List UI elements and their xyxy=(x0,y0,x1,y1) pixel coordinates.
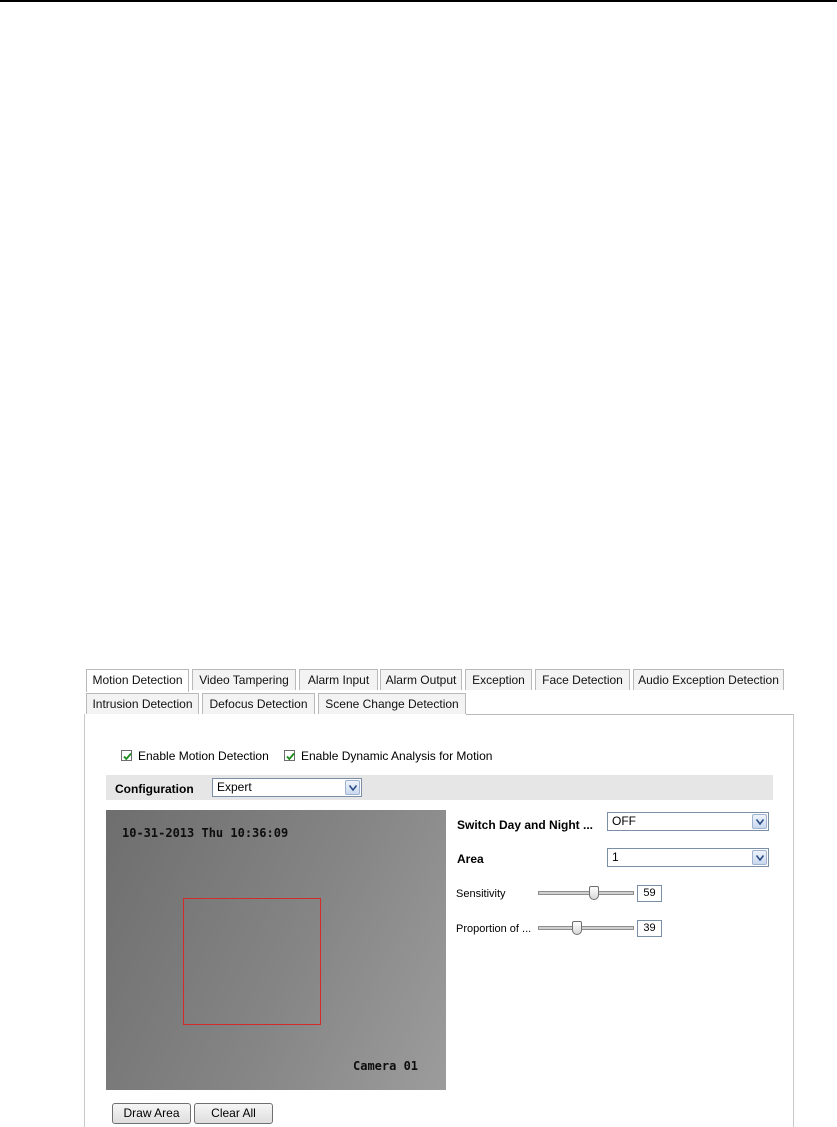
video-timestamp: 10-31-2013 Thu 10:36:09 xyxy=(122,826,289,840)
enable-motion-detection-label: Enable Motion Detection xyxy=(138,749,269,763)
chevron-down-icon xyxy=(345,780,360,795)
motion-detection-area[interactable] xyxy=(183,898,321,1025)
sensitivity-slider[interactable] xyxy=(538,886,634,900)
proportion-slider[interactable] xyxy=(538,921,634,935)
configuration-select-value: Expert xyxy=(217,780,252,794)
clear-all-button[interactable]: Clear All xyxy=(194,1103,273,1124)
enable-dynamic-analysis-label: Enable Dynamic Analysis for Motion xyxy=(301,749,493,763)
switch-day-night-value: OFF xyxy=(612,814,636,828)
configuration-label: Configuration xyxy=(115,782,194,796)
tab-scene-change-detection[interactable]: Scene Change Detection xyxy=(318,693,466,714)
configuration-bar: Configuration xyxy=(106,775,773,800)
proportion-label: Proportion of ... xyxy=(456,923,532,935)
tab-motion-detection[interactable]: Motion Detection xyxy=(86,669,189,692)
tab-face-detection[interactable]: Face Detection xyxy=(535,669,630,690)
sensitivity-slider-thumb[interactable] xyxy=(589,886,599,900)
enable-dynamic-analysis-checkbox[interactable] xyxy=(284,750,295,761)
switch-day-night-label: Switch Day and Night ... xyxy=(457,818,594,832)
proportion-slider-thumb[interactable] xyxy=(572,921,582,935)
tab-exception[interactable]: Exception xyxy=(465,669,532,690)
tab-intrusion-detection[interactable]: Intrusion Detection xyxy=(86,693,199,714)
tab-alarm-input[interactable]: Alarm Input xyxy=(299,669,378,690)
tab-video-tampering[interactable]: Video Tampering xyxy=(192,669,296,690)
tab-defocus-detection[interactable]: Defocus Detection xyxy=(202,693,315,714)
proportion-value[interactable]: 39 xyxy=(637,920,662,937)
video-preview[interactable]: 10-31-2013 Thu 10:36:09 Camera 01 xyxy=(106,810,446,1090)
top-rule xyxy=(0,0,837,2)
configuration-select[interactable]: Expert xyxy=(212,778,362,797)
enable-motion-detection-checkbox[interactable] xyxy=(121,750,132,761)
draw-area-button[interactable]: Draw Area xyxy=(112,1103,191,1124)
area-select-value: 1 xyxy=(612,850,619,864)
sensitivity-label: Sensitivity xyxy=(456,888,506,900)
sensitivity-value[interactable]: 59 xyxy=(637,885,662,902)
video-camera-name: Camera 01 xyxy=(353,1059,419,1073)
tab-alarm-output[interactable]: Alarm Output xyxy=(380,669,462,690)
area-select[interactable]: 1 xyxy=(607,848,769,867)
switch-day-night-select[interactable]: OFF xyxy=(607,812,769,831)
chevron-down-icon xyxy=(752,850,767,865)
area-label: Area xyxy=(457,852,484,866)
chevron-down-icon xyxy=(752,814,767,829)
tab-audio-exception-detection[interactable]: Audio Exception Detection xyxy=(633,669,784,690)
